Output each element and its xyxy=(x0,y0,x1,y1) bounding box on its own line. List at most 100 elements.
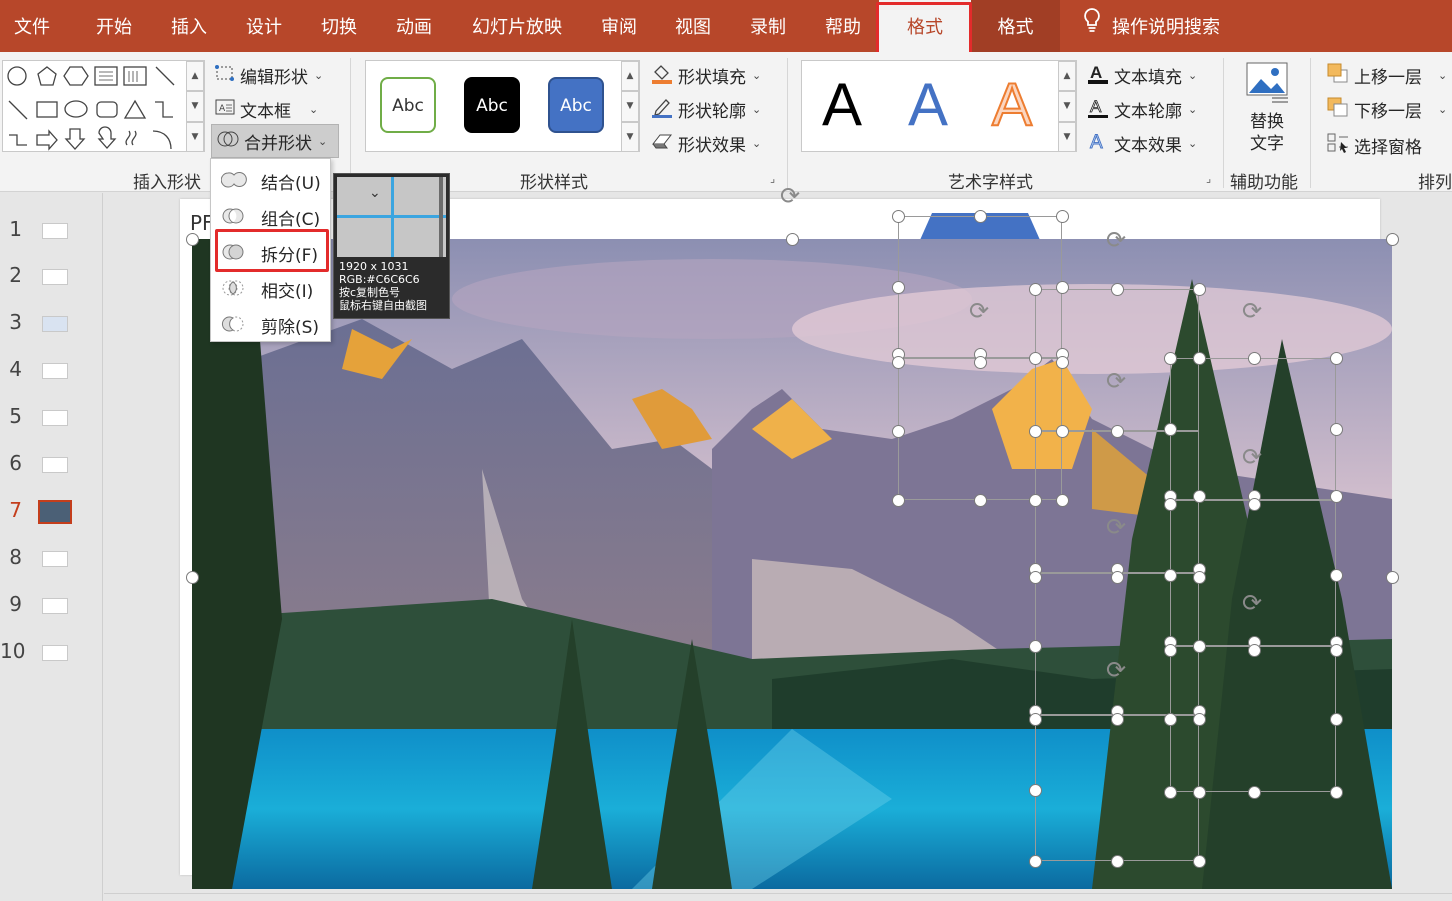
resize-handle[interactable] xyxy=(1193,490,1206,503)
resize-handle[interactable] xyxy=(1056,356,1069,369)
resize-handle[interactable] xyxy=(1193,283,1206,296)
resize-handle[interactable] xyxy=(1330,352,1343,365)
resize-handle[interactable] xyxy=(892,210,905,223)
shape-outline-button[interactable]: 形状轮廓 ⌄ xyxy=(650,96,761,123)
shape-style-fill-blue[interactable]: Abc xyxy=(548,77,604,133)
resize-handle[interactable] xyxy=(974,494,987,507)
gallery-scroll-down[interactable]: ▼ xyxy=(1058,91,1076,122)
wordart-blue[interactable]: A xyxy=(908,69,948,141)
resize-handle[interactable] xyxy=(1193,571,1206,584)
text-fill-button[interactable]: A 文本填充 ⌄ xyxy=(1086,62,1197,89)
resize-handle[interactable] xyxy=(1056,425,1069,438)
resize-handle[interactable] xyxy=(1029,352,1042,365)
resize-handle[interactable] xyxy=(1029,494,1042,507)
resize-handle[interactable] xyxy=(1029,784,1042,797)
resize-handle[interactable] xyxy=(1330,644,1343,657)
rotate-handle-icon[interactable]: ⟳ xyxy=(1242,297,1262,325)
slide-thumbnail[interactable] xyxy=(42,316,68,332)
slide-thumbnail[interactable] xyxy=(42,457,68,473)
resize-handle[interactable] xyxy=(1193,786,1206,799)
slide-thumbnail[interactable] xyxy=(42,223,68,239)
tab-view[interactable]: 视图 xyxy=(675,0,711,52)
text-box-button[interactable]: A 文本框 ⌄ xyxy=(214,96,318,123)
resize-handle[interactable] xyxy=(1029,713,1042,726)
resize-handle[interactable] xyxy=(892,356,905,369)
resize-handle[interactable] xyxy=(892,281,905,294)
shape-fill-button[interactable]: 形状填充 ⌄ xyxy=(650,62,761,89)
merge-shapes-button[interactable]: 合并形状 ⌄ xyxy=(211,124,339,158)
resize-handle[interactable] xyxy=(1029,640,1042,653)
text-outline-button[interactable]: A 文本轮廓 ⌄ xyxy=(1086,96,1197,123)
resize-handle[interactable] xyxy=(1111,855,1124,868)
resize-handle[interactable] xyxy=(1330,569,1343,582)
resize-handle[interactable] xyxy=(1248,352,1261,365)
resize-handle[interactable] xyxy=(1164,423,1177,436)
wordart-gallery[interactable]: A A A ▲ ▼ ▼ xyxy=(801,60,1077,152)
shape-effects-button[interactable]: 形状效果 ⌄ xyxy=(650,130,761,157)
resize-handle[interactable] xyxy=(1111,425,1124,438)
tab-animations[interactable]: 动画 xyxy=(396,0,432,52)
resize-handle[interactable] xyxy=(1111,713,1124,726)
rotate-handle-icon[interactable]: ⟳ xyxy=(1242,443,1262,471)
menu-item-union[interactable]: 结合(U) xyxy=(211,161,330,197)
gallery-scroll-up[interactable]: ▲ xyxy=(621,61,639,91)
dialog-launcher-icon[interactable]: ⌟ xyxy=(1206,172,1211,185)
resize-handle[interactable] xyxy=(1193,352,1206,365)
slide-thumbnail[interactable] xyxy=(42,269,68,285)
text-effects-button[interactable]: A 文本效果 ⌄ xyxy=(1086,130,1198,157)
tab-home[interactable]: 开始 xyxy=(96,0,132,52)
resize-handle[interactable] xyxy=(1111,571,1124,584)
resize-handle[interactable] xyxy=(1248,786,1261,799)
tab-file[interactable]: 文件 xyxy=(14,0,50,52)
gallery-more[interactable]: ▼ xyxy=(621,122,639,152)
menu-item-combine[interactable]: 组合(C) xyxy=(211,197,330,233)
rotate-handle-icon[interactable]: ⟳ xyxy=(780,182,800,210)
shape-gallery[interactable]: ▲ ▼ ▼ xyxy=(2,60,205,152)
slide-thumbnail[interactable] xyxy=(42,645,68,661)
tab-format-picture[interactable]: 格式 xyxy=(971,0,1060,52)
tab-insert[interactable]: 插入 xyxy=(171,0,207,52)
resize-handle[interactable] xyxy=(186,233,199,246)
resize-handle[interactable] xyxy=(1193,640,1206,653)
slide-thumbnail[interactable] xyxy=(42,363,68,379)
gallery-more[interactable]: ▼ xyxy=(1058,122,1076,152)
tab-design[interactable]: 设计 xyxy=(246,0,282,52)
dialog-launcher-icon[interactable]: ⌟ xyxy=(770,172,775,185)
resize-handle[interactable] xyxy=(1029,283,1042,296)
resize-handle[interactable] xyxy=(186,571,199,584)
resize-handle[interactable] xyxy=(1029,425,1042,438)
resize-handle[interactable] xyxy=(974,356,987,369)
resize-handle[interactable] xyxy=(1164,569,1177,582)
rotate-handle-icon[interactable]: ⟳ xyxy=(969,297,989,325)
resize-handle[interactable] xyxy=(1330,713,1343,726)
resize-handle[interactable] xyxy=(1330,423,1343,436)
wordart-black[interactable]: A xyxy=(822,69,862,141)
resize-handle[interactable] xyxy=(1386,233,1399,246)
resize-handle[interactable] xyxy=(1193,855,1206,868)
resize-handle[interactable] xyxy=(1164,352,1177,365)
gallery-more[interactable]: ▼ xyxy=(186,122,204,152)
tell-me-search[interactable]: 操作说明搜索 xyxy=(1082,0,1220,52)
resize-handle[interactable] xyxy=(1056,281,1069,294)
rotate-handle-icon[interactable]: ⟳ xyxy=(1106,656,1126,684)
resize-handle[interactable] xyxy=(1330,490,1343,503)
slide-thumbnail[interactable] xyxy=(42,598,68,614)
tab-record[interactable]: 录制 xyxy=(750,0,786,52)
gallery-scroll-down[interactable]: ▼ xyxy=(186,91,204,122)
rotate-handle-icon[interactable]: ⟳ xyxy=(1106,367,1126,395)
tab-help[interactable]: 帮助 xyxy=(825,0,861,52)
resize-handle[interactable] xyxy=(1248,644,1261,657)
menu-item-subtract[interactable]: 剪除(S) xyxy=(211,305,330,341)
edit-shape-button[interactable]: 编辑形状 ⌄ xyxy=(214,62,323,89)
alt-text-button[interactable]: 替换 文字 xyxy=(1238,60,1296,155)
rotate-handle-icon[interactable]: ⟳ xyxy=(1106,513,1126,541)
resize-handle[interactable] xyxy=(1164,786,1177,799)
menu-item-intersect[interactable]: 相交(I) xyxy=(211,269,330,305)
resize-handle[interactable] xyxy=(1193,713,1206,726)
resize-handle[interactable] xyxy=(1056,210,1069,223)
rotate-handle-icon[interactable]: ⟳ xyxy=(1242,589,1262,617)
resize-handle[interactable] xyxy=(786,233,799,246)
shape-style-gallery[interactable]: Abc Abc Abc ▲ ▼ ▼ xyxy=(365,60,640,152)
gallery-scroll-up[interactable]: ▲ xyxy=(1058,61,1076,91)
resize-handle[interactable] xyxy=(1164,713,1177,726)
